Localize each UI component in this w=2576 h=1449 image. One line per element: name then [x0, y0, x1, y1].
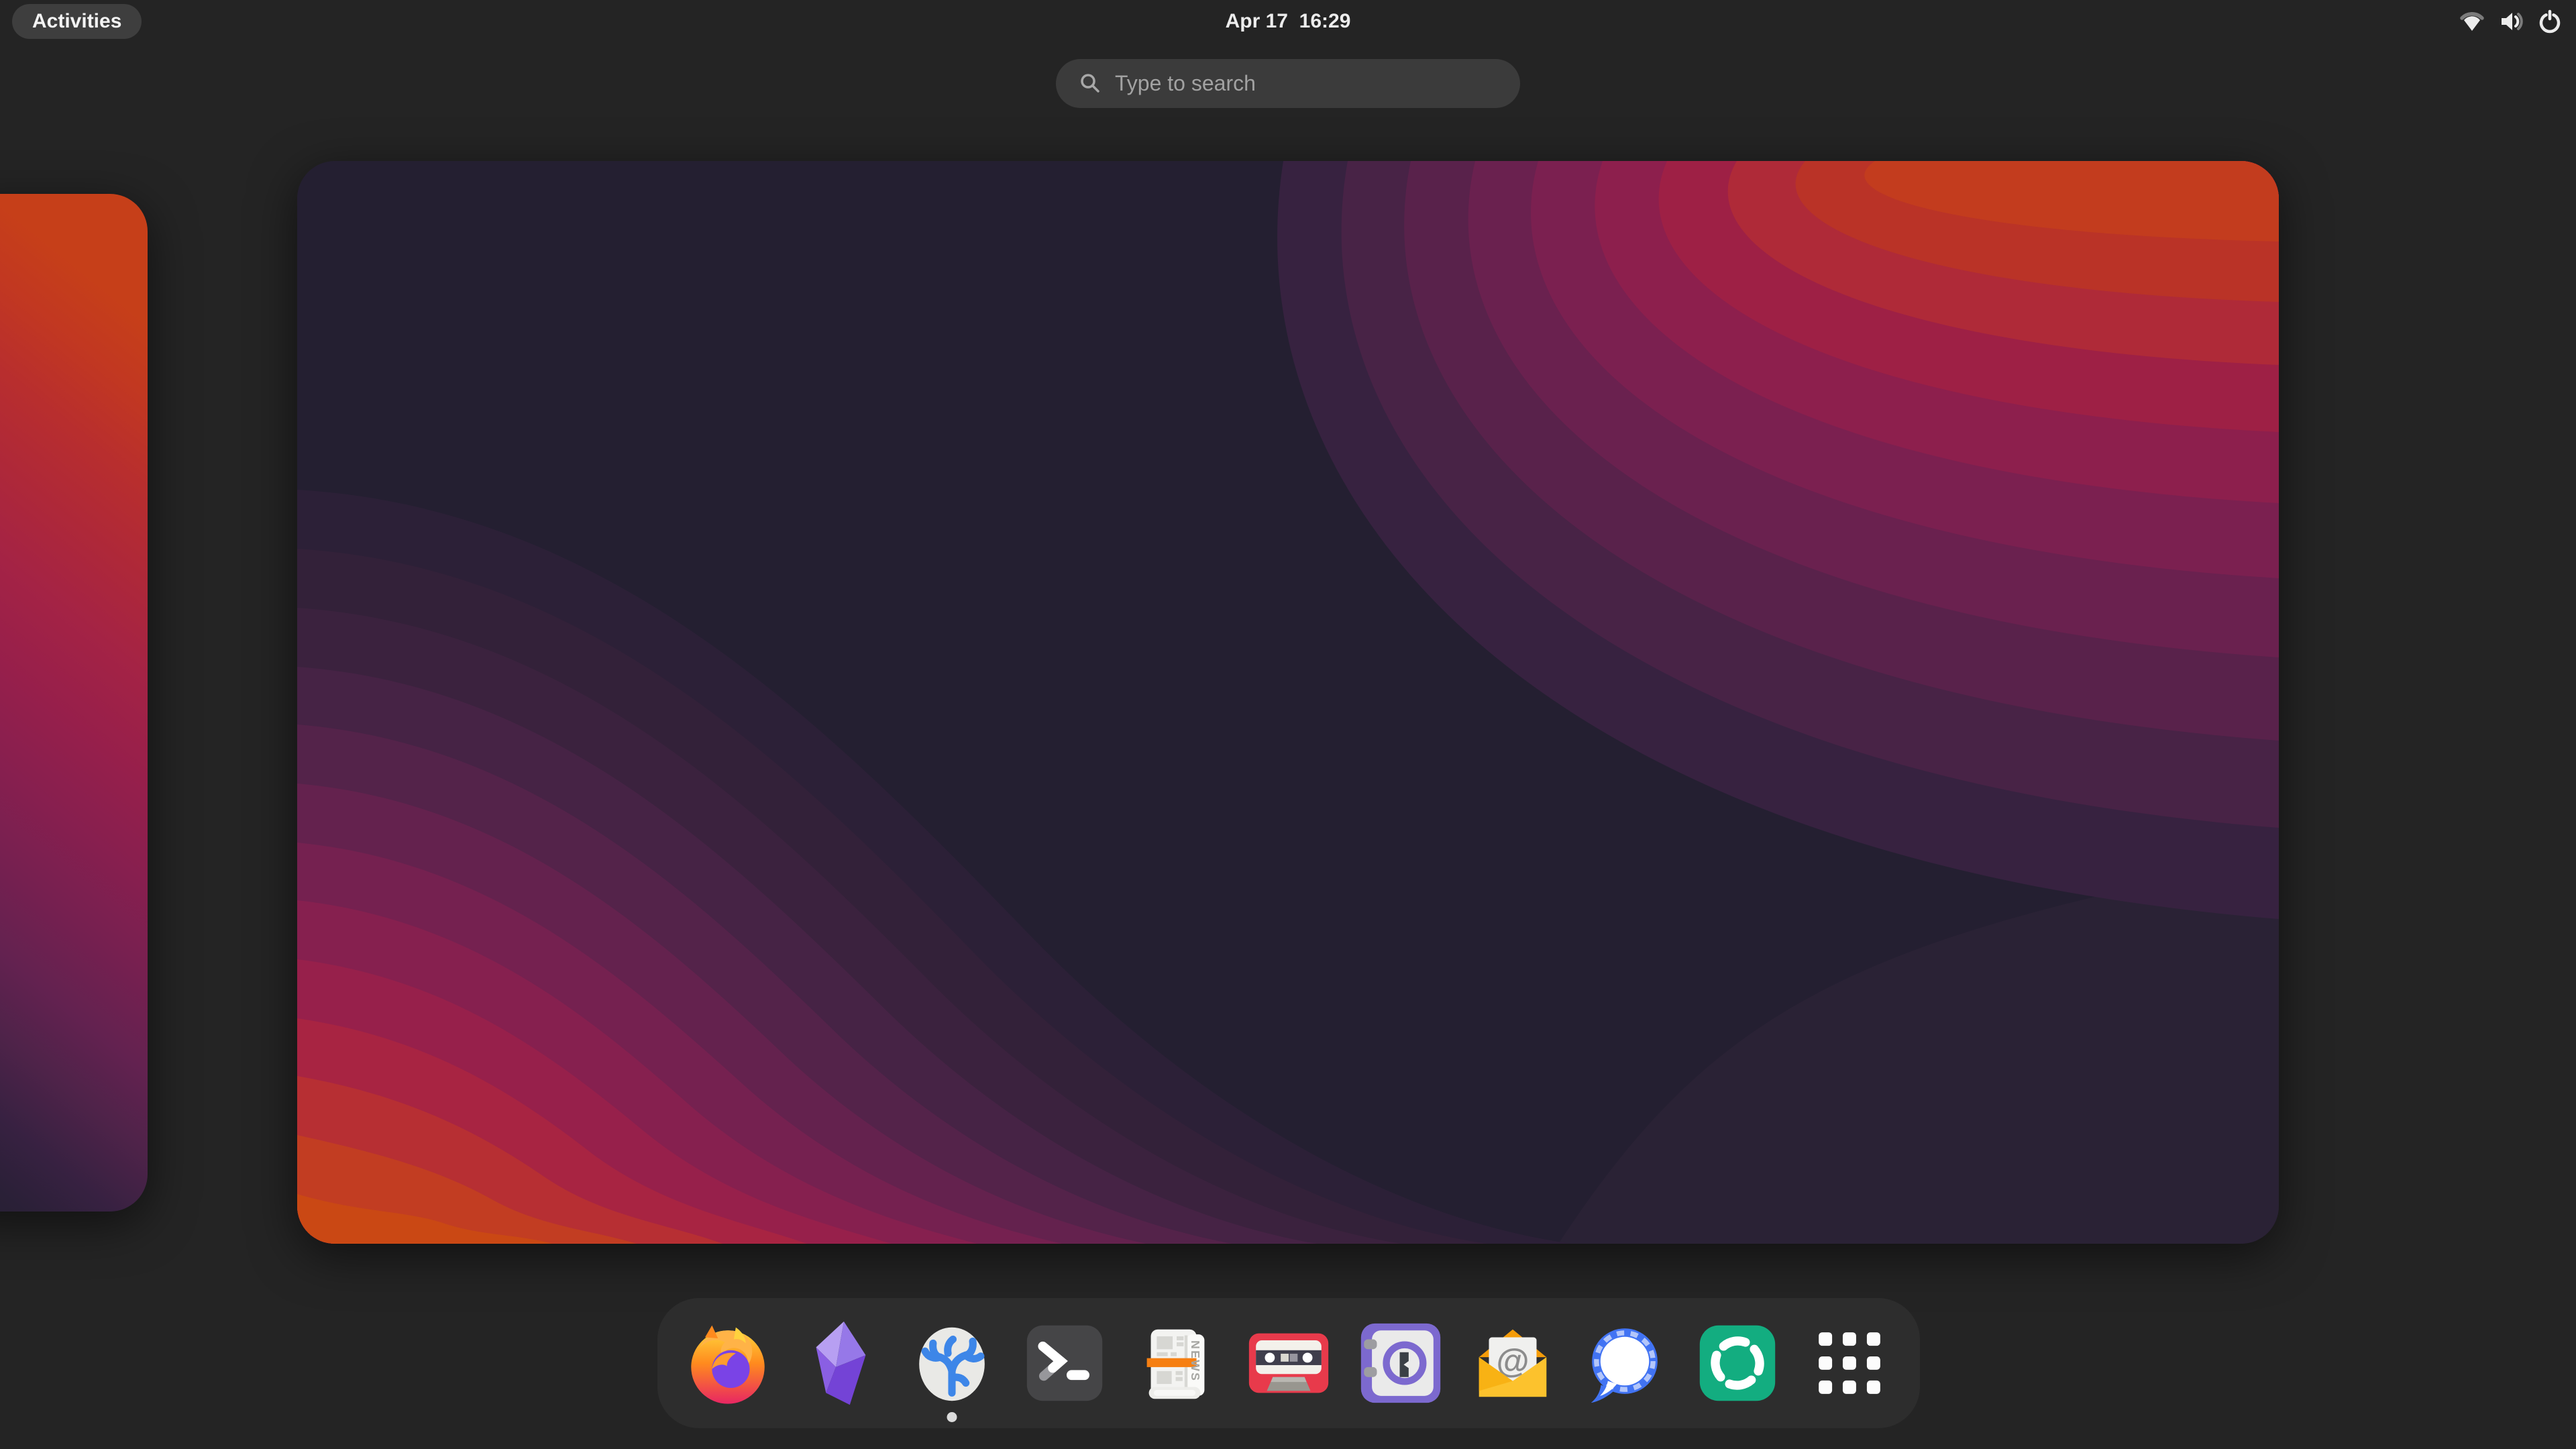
- workspace-preview-current[interactable]: [297, 161, 2279, 1244]
- signal-icon: [1577, 1316, 1672, 1411]
- element-icon: [1690, 1316, 1785, 1411]
- power-icon[interactable]: [2534, 6, 2565, 37]
- dock-item-cassette[interactable]: [1238, 1312, 1340, 1414]
- dock-item-coral[interactable]: [901, 1312, 1003, 1414]
- dash-dock: NEWS @: [657, 1298, 1920, 1428]
- search-input[interactable]: [1056, 59, 1520, 108]
- dock-item-news[interactable]: NEWS: [1126, 1312, 1228, 1414]
- obsidian-icon: [792, 1316, 888, 1411]
- vault-icon: [1353, 1316, 1448, 1411]
- coral-icon: [904, 1316, 1000, 1411]
- top-bar: Activities Apr 17 16:29: [0, 0, 2576, 43]
- app-grid-icon: [1802, 1316, 1897, 1411]
- dock-item-element[interactable]: [1686, 1312, 1788, 1414]
- terminal-icon: [1017, 1316, 1112, 1411]
- dock-item-firefox[interactable]: [677, 1312, 779, 1414]
- wifi-icon[interactable]: [2457, 6, 2487, 37]
- cassette-icon: [1241, 1316, 1336, 1411]
- dock-item-vault[interactable]: [1350, 1312, 1452, 1414]
- workspace-preview-left[interactable]: [0, 194, 148, 1212]
- newspaper-icon: NEWS: [1129, 1316, 1224, 1411]
- mail-icon: @: [1465, 1316, 1560, 1411]
- dock-item-obsidian[interactable]: [789, 1312, 891, 1414]
- dock-item-show-apps[interactable]: [1799, 1312, 1900, 1414]
- clock-date-time[interactable]: Apr 17 16:29: [0, 0, 2576, 43]
- volume-icon[interactable]: [2496, 6, 2526, 37]
- system-status-area[interactable]: [2457, 0, 2565, 43]
- dock-item-terminal[interactable]: [1014, 1312, 1116, 1414]
- search-bar: [1056, 59, 1520, 108]
- news-badge-text: NEWS: [1189, 1340, 1202, 1382]
- wallpaper-left: [0, 194, 148, 1212]
- wallpaper-main: [297, 161, 2279, 1244]
- dock-item-signal[interactable]: [1574, 1312, 1676, 1414]
- dock-item-mail[interactable]: @: [1462, 1312, 1564, 1414]
- firefox-icon: [680, 1316, 775, 1411]
